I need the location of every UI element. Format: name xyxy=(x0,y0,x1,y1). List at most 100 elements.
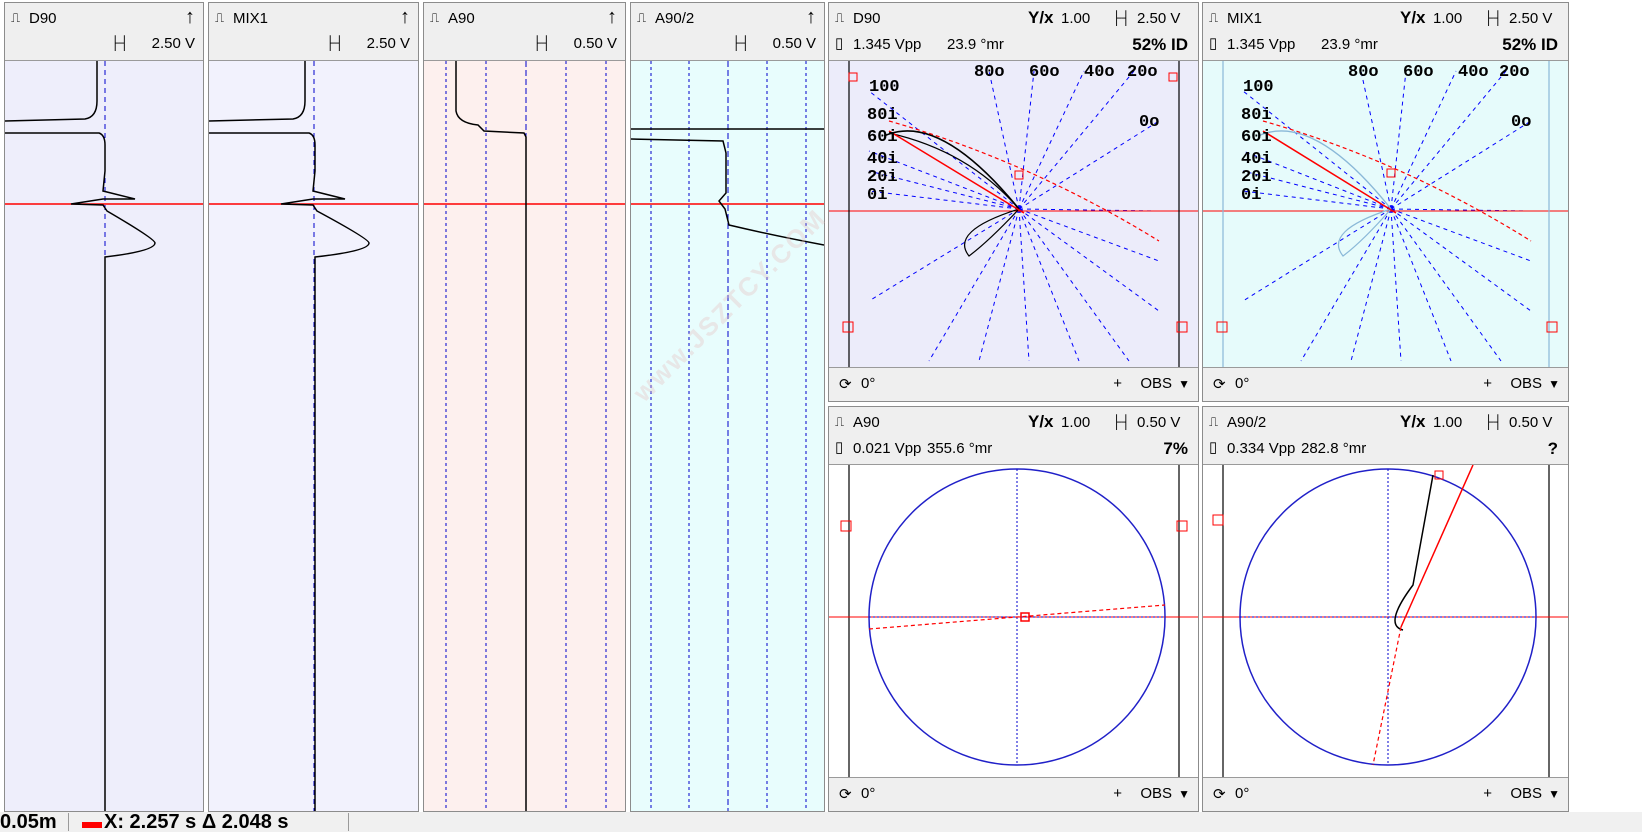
rotate-icon[interactable]: ⟳ xyxy=(839,785,852,803)
strip-a90[interactable]: ⎍ A90 ↑ ├┤ 0.50 V xyxy=(423,2,626,812)
curve-label: 20i xyxy=(867,168,898,187)
strip-mix1[interactable]: ⎍ MIX1 ↑ ├┤ 2.50 V xyxy=(208,2,419,812)
arrow-up-icon[interactable]: ↑ xyxy=(607,6,617,29)
liss-plot[interactable]: 100 80o 60o 40o 20o 0o 80i 60i 40i 20i 0… xyxy=(829,61,1198,367)
arrow-up-icon[interactable]: ↑ xyxy=(185,6,195,29)
strip-header: ⎍ A90/2 ↑ ├┤ 0.50 V xyxy=(631,3,824,61)
obs-label[interactable]: OBS xyxy=(1140,785,1172,802)
cursor-icon: ▬ xyxy=(82,811,102,833)
curve-label: 40i xyxy=(1241,150,1272,169)
obs-label[interactable]: OBS xyxy=(1510,375,1542,392)
channel-scale: 2.50 V xyxy=(366,35,410,52)
vpp-value: 1.345 Vpp xyxy=(1227,36,1296,53)
rotate-icon[interactable]: ⟳ xyxy=(1213,375,1226,393)
status-divider xyxy=(68,813,69,831)
dropdown-icon[interactable]: ▼ xyxy=(1178,377,1190,391)
rotate-icon[interactable]: ⟳ xyxy=(839,375,852,393)
angle-value: 23.9 °mr xyxy=(947,36,1004,53)
probe-icon: ▯ xyxy=(1209,35,1218,52)
liss-a90[interactable]: ⎍ A90 Y/x 1.00 ├┤ 0.50 V ▯ 0.021 Vpp 355… xyxy=(828,406,1199,812)
channel-scale: 0.50 V xyxy=(573,35,617,52)
curve-label: 20o xyxy=(1127,63,1158,82)
status-cursor: X: 2.257 s Δ 2.048 s xyxy=(104,811,289,833)
channel-name: A90/2 xyxy=(655,10,695,27)
angle-value: 355.6 °mr xyxy=(927,440,993,457)
result-value: 7% xyxy=(1163,439,1188,458)
liss-header: ⎍ A90/2 Y/x 1.00 ├┤ 0.50 V ▯ 0.334 Vpp 2… xyxy=(1203,407,1568,465)
plus-icon[interactable]: + xyxy=(1113,785,1122,802)
rotation-value[interactable]: 0° xyxy=(1235,375,1249,392)
dropdown-icon[interactable]: ▼ xyxy=(1548,787,1560,801)
channel-icon: ⎍ xyxy=(1209,10,1219,25)
vpp-value: 1.345 Vpp xyxy=(853,36,922,53)
rotate-icon[interactable]: ⟳ xyxy=(1213,785,1226,803)
arrow-up-icon[interactable]: ↑ xyxy=(806,6,816,29)
scale-icon: ├┤ xyxy=(110,35,129,50)
liss-a90-2[interactable]: ⎍ A90/2 Y/x 1.00 ├┤ 0.50 V ▯ 0.334 Vpp 2… xyxy=(1202,406,1569,812)
strip-plot[interactable] xyxy=(5,61,203,811)
curve-label: 40o xyxy=(1458,63,1489,82)
curve-label: 40o xyxy=(1084,63,1115,82)
probe-icon: ▯ xyxy=(835,439,844,456)
liss-plot[interactable]: 100 80o 60o 40o 20o 0o 80i 60i 40i 20i 0… xyxy=(1203,61,1568,367)
ratio-icon[interactable]: Y/x xyxy=(1400,412,1426,432)
calibration-curves xyxy=(1242,70,1532,362)
arrow-up-icon[interactable]: ↑ xyxy=(400,6,410,29)
ratio-value: 1.00 xyxy=(1061,10,1091,27)
scale-icon: ├┤ xyxy=(532,35,551,50)
liss-svg xyxy=(829,465,1198,777)
liss-d90[interactable]: ⎍ D90 Y/x 1.00 ├┤ 2.50 V ▯ 1.345 Vpp 23.… xyxy=(828,2,1199,402)
probe-icon: ▯ xyxy=(835,35,844,52)
rotation-value[interactable]: 0° xyxy=(861,785,875,802)
signal-trace xyxy=(209,61,306,122)
strip-svg xyxy=(424,61,625,811)
plus-icon[interactable]: + xyxy=(1113,375,1122,392)
plus-icon[interactable]: + xyxy=(1483,785,1492,802)
ratio-icon[interactable]: Y/x xyxy=(1028,8,1054,28)
liss-plot[interactable] xyxy=(1203,465,1568,777)
plus-icon[interactable]: + xyxy=(1483,375,1492,392)
scale-icon: ├┤ xyxy=(1112,414,1131,429)
curve-label: 20i xyxy=(1241,168,1272,187)
obs-label[interactable]: OBS xyxy=(1140,375,1172,392)
ratio-value: 1.00 xyxy=(1433,10,1463,27)
curve-label: 40i xyxy=(867,150,898,169)
ratio-icon[interactable]: Y/x xyxy=(1400,8,1426,28)
dropdown-icon[interactable]: ▼ xyxy=(1178,787,1190,801)
strip-plot[interactable] xyxy=(631,61,824,811)
ratio-icon[interactable]: Y/x xyxy=(1028,412,1054,432)
strip-header: ⎍ MIX1 ↑ ├┤ 2.50 V xyxy=(209,3,418,61)
strip-plot[interactable] xyxy=(209,61,418,811)
scale-icon: ├┤ xyxy=(325,35,344,50)
strip-header: ⎍ A90 ↑ ├┤ 0.50 V xyxy=(424,3,625,61)
channel-icon: ⎍ xyxy=(430,10,440,25)
strip-svg xyxy=(209,61,418,811)
curve-label: 0o xyxy=(1139,113,1159,132)
channel-name: MIX1 xyxy=(233,10,269,27)
vpp-value: 0.021 Vpp xyxy=(853,440,922,457)
probe-icon: ▯ xyxy=(1209,439,1218,456)
strip-d90[interactable]: ⎍ D90 ↑ ├┤ 2.50 V xyxy=(4,2,204,812)
channel-scale: 0.50 V xyxy=(1509,414,1553,431)
signal-trace xyxy=(5,132,156,811)
liss-header: ⎍ MIX1 Y/x 1.00 ├┤ 2.50 V ▯ 1.345 Vpp 23… xyxy=(1203,3,1568,61)
liss-header: ⎍ A90 Y/x 1.00 ├┤ 0.50 V ▯ 0.021 Vpp 355… xyxy=(829,407,1198,465)
channel-name: A90 xyxy=(853,414,880,431)
strip-a90-2[interactable]: ⎍ A90/2 ↑ ├┤ 0.50 V xyxy=(630,2,825,812)
liss-plot[interactable] xyxy=(829,465,1198,777)
channel-scale: 0.50 V xyxy=(1137,414,1181,431)
rotation-value[interactable]: 0° xyxy=(1235,785,1249,802)
rotation-value[interactable]: 0° xyxy=(861,375,875,392)
liss-footer: ⟳ 0° + OBS ▼ xyxy=(1203,367,1568,401)
channel-name: A90/2 xyxy=(1227,414,1267,431)
result-value: ? xyxy=(1547,439,1558,458)
obs-label[interactable]: OBS xyxy=(1510,785,1542,802)
strip-plot[interactable] xyxy=(424,61,625,811)
signal-trace xyxy=(209,132,370,811)
strip-svg xyxy=(631,61,824,811)
ratio-value: 1.00 xyxy=(1433,414,1463,431)
curve-label: 100 xyxy=(869,78,900,97)
dropdown-icon[interactable]: ▼ xyxy=(1548,377,1560,391)
liss-mix1[interactable]: ⎍ MIX1 Y/x 1.00 ├┤ 2.50 V ▯ 1.345 Vpp 23… xyxy=(1202,2,1569,402)
scale-icon: ├┤ xyxy=(1484,414,1503,429)
